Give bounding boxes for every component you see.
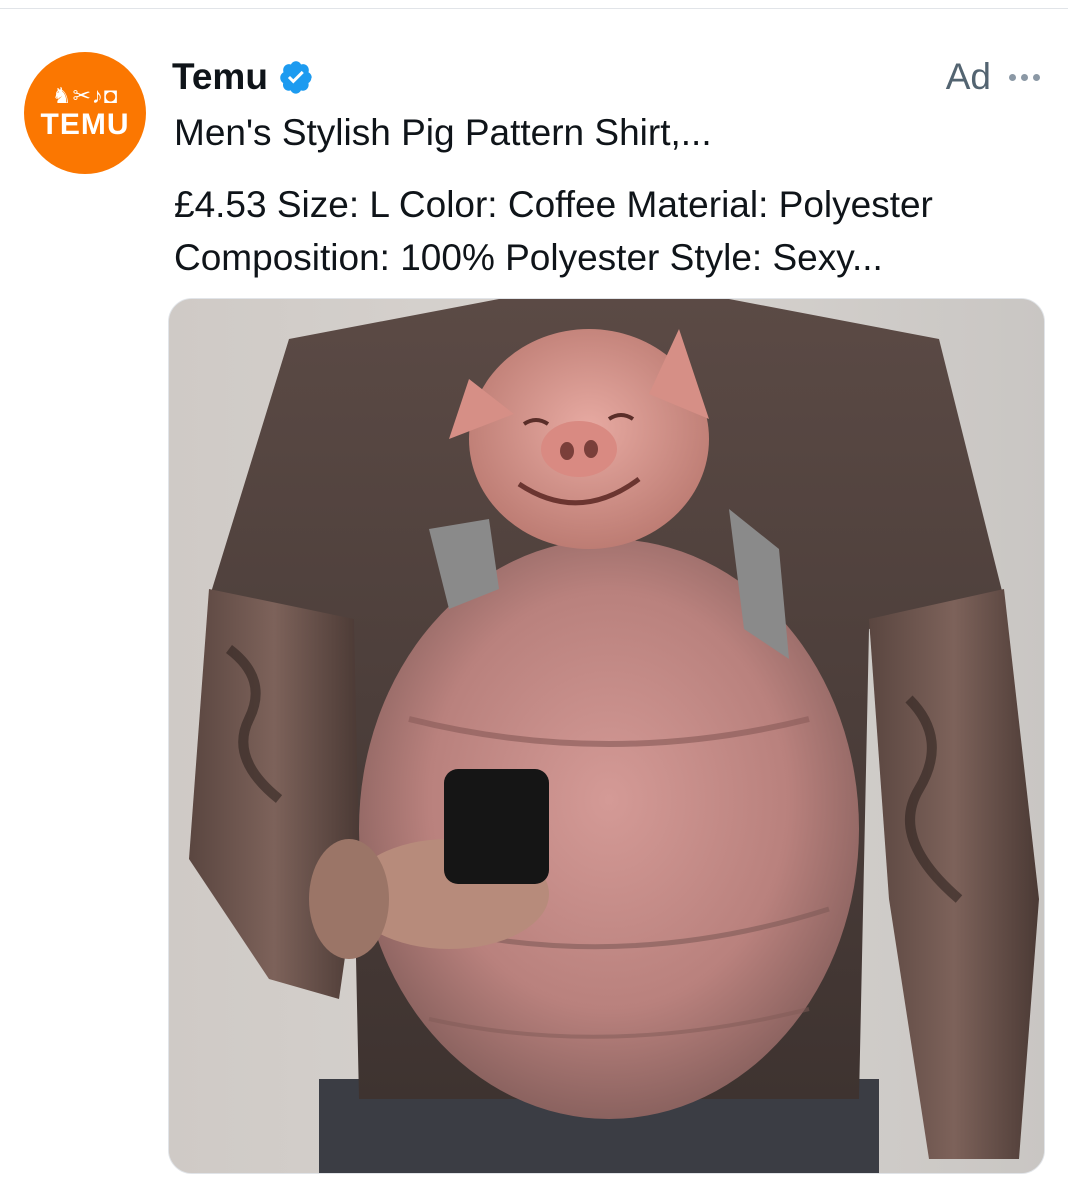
post-header: Temu Ad bbox=[172, 53, 1044, 101]
ad-description: £4.53 Size: L Color: Coffee Material: Po… bbox=[174, 184, 933, 278]
more-horizontal-icon[interactable] bbox=[1005, 70, 1044, 85]
ad-image[interactable] bbox=[168, 298, 1045, 1174]
product-photo bbox=[169, 299, 1044, 1173]
advertiser-name[interactable]: Temu bbox=[172, 56, 268, 98]
temu-logo-icon: ♞✂♪◘ bbox=[51, 83, 119, 108]
promoted-post[interactable]: ♞✂♪◘ TEMU Temu Ad Men's Stylish Pig Patt… bbox=[0, 9, 1068, 1200]
advertiser-avatar[interactable]: ♞✂♪◘ TEMU bbox=[24, 52, 146, 174]
ad-headline[interactable]: Men's Stylish Pig Pattern Shirt,... bbox=[174, 112, 712, 154]
verified-badge-icon bbox=[278, 59, 314, 95]
avatar-logo-text: TEMU bbox=[40, 108, 130, 141]
ad-label: Ad bbox=[945, 56, 991, 97]
